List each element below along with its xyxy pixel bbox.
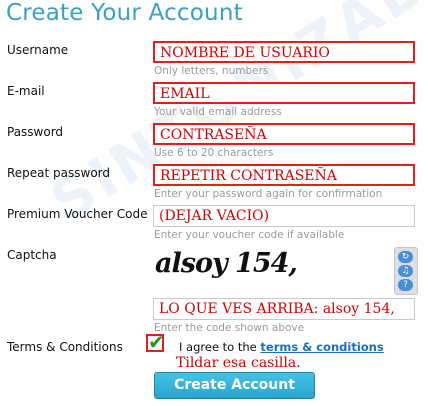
username-label: Username xyxy=(7,43,69,57)
captcha-value: LO QUE VES ARRIBA: alsoy 154, xyxy=(159,301,395,317)
email-field[interactable]: EMAIL xyxy=(153,82,415,104)
email-label: E-mail xyxy=(7,84,45,98)
terms-note: Tildar esa casilla. xyxy=(176,355,301,371)
username-value: NOMBRE DE USUARIO xyxy=(160,45,330,61)
password-field[interactable]: CONTRASEÑA xyxy=(153,123,415,145)
repeat-password-value: REPETIR CONTRASEÑA xyxy=(160,168,337,184)
checkmark-icon: ✔ xyxy=(148,330,165,354)
terms-agreement: I agree to the terms & conditions xyxy=(179,340,384,354)
password-hint: Use 6 to 20 characters xyxy=(154,147,274,159)
captcha-field[interactable]: LO QUE VES ARRIBA: alsoy 154, xyxy=(153,298,415,320)
page-title: Create Your Account xyxy=(6,0,243,26)
voucher-value: (DEJAR VACIO) xyxy=(159,208,270,224)
repeat-password-label: Repeat password xyxy=(7,166,111,180)
terms-link[interactable]: terms & conditions xyxy=(260,340,383,354)
help-icon[interactable]: ? xyxy=(398,279,413,291)
repeat-password-field[interactable]: REPETIR CONTRASEÑA xyxy=(153,164,415,186)
captcha-label: Captcha xyxy=(7,248,57,262)
password-label: Password xyxy=(7,125,64,139)
captcha-hint: Enter the code shown above xyxy=(154,322,305,334)
email-hint: Your valid email address xyxy=(154,106,282,118)
captcha-image-text: alsoy 154, xyxy=(155,248,298,279)
refresh-icon[interactable]: ↻ xyxy=(398,251,413,263)
voucher-hint: Enter your voucher code if available xyxy=(154,229,345,241)
voucher-field[interactable]: (DEJAR VACIO) xyxy=(153,205,415,227)
voucher-label: Premium Voucher Code xyxy=(7,207,148,221)
terms-checkbox[interactable]: ✔ xyxy=(146,330,165,354)
captcha-image: alsoy 154, xyxy=(155,246,298,286)
password-value: CONTRASEÑA xyxy=(160,127,267,143)
audio-icon[interactable]: ♫ xyxy=(398,265,413,277)
terms-agree-prefix: I agree to the xyxy=(179,340,261,354)
username-hint: Only letters, numbers xyxy=(154,65,269,77)
repeat-password-hint: Enter your password again for confirmati… xyxy=(154,188,383,200)
terms-label: Terms & Conditions xyxy=(7,340,123,354)
captcha-controls: ↻ ♫ ? xyxy=(394,247,418,295)
create-account-button[interactable]: Create Account xyxy=(154,372,315,399)
username-field[interactable]: NOMBRE DE USUARIO xyxy=(153,41,415,63)
email-value: EMAIL xyxy=(160,86,210,102)
